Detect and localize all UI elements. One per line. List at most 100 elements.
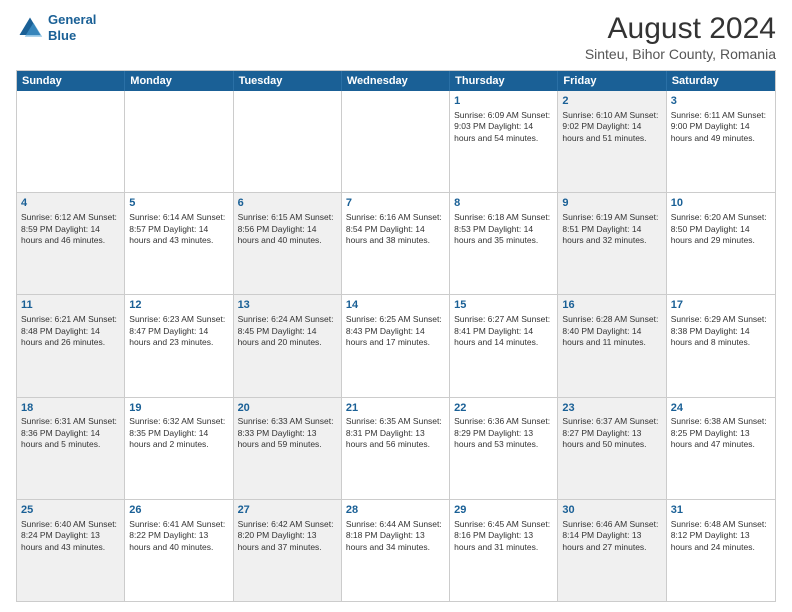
- calendar: Sunday Monday Tuesday Wednesday Thursday…: [16, 70, 776, 602]
- day-info: Sunrise: 6:14 AM Sunset: 8:57 PM Dayligh…: [129, 212, 228, 246]
- calendar-cell-r5-c1: 25Sunrise: 6:40 AM Sunset: 8:24 PM Dayli…: [17, 500, 125, 601]
- day-number: 18: [21, 401, 120, 416]
- header-monday: Monday: [125, 71, 233, 91]
- day-number: 3: [671, 94, 771, 109]
- page-header: General Blue August 2024 Sinteu, Bihor C…: [16, 12, 776, 62]
- day-info: Sunrise: 6:38 AM Sunset: 8:25 PM Dayligh…: [671, 416, 771, 450]
- day-info: Sunrise: 6:16 AM Sunset: 8:54 PM Dayligh…: [346, 212, 445, 246]
- day-info: Sunrise: 6:10 AM Sunset: 9:02 PM Dayligh…: [562, 110, 661, 144]
- day-info: Sunrise: 6:20 AM Sunset: 8:50 PM Dayligh…: [671, 212, 771, 246]
- day-number: 2: [562, 94, 661, 109]
- day-number: 30: [562, 503, 661, 518]
- day-number: 27: [238, 503, 337, 518]
- day-number: 23: [562, 401, 661, 416]
- calendar-cell-r5-c7: 31Sunrise: 6:48 AM Sunset: 8:12 PM Dayli…: [667, 500, 775, 601]
- day-info: Sunrise: 6:35 AM Sunset: 8:31 PM Dayligh…: [346, 416, 445, 450]
- logo-line2: Blue: [48, 28, 76, 43]
- logo-icon: [16, 14, 44, 42]
- day-info: Sunrise: 6:28 AM Sunset: 8:40 PM Dayligh…: [562, 314, 661, 348]
- day-number: 19: [129, 401, 228, 416]
- day-info: Sunrise: 6:24 AM Sunset: 8:45 PM Dayligh…: [238, 314, 337, 348]
- main-title: August 2024: [585, 12, 776, 46]
- calendar-cell-r1-c5: 1Sunrise: 6:09 AM Sunset: 9:03 PM Daylig…: [450, 91, 558, 192]
- day-info: Sunrise: 6:33 AM Sunset: 8:33 PM Dayligh…: [238, 416, 337, 450]
- day-number: 24: [671, 401, 771, 416]
- calendar-row-1: 1Sunrise: 6:09 AM Sunset: 9:03 PM Daylig…: [17, 91, 775, 192]
- calendar-cell-r1-c3: [234, 91, 342, 192]
- day-info: Sunrise: 6:46 AM Sunset: 8:14 PM Dayligh…: [562, 519, 661, 553]
- calendar-cell-r1-c7: 3Sunrise: 6:11 AM Sunset: 9:00 PM Daylig…: [667, 91, 775, 192]
- day-info: Sunrise: 6:42 AM Sunset: 8:20 PM Dayligh…: [238, 519, 337, 553]
- logo-text: General Blue: [48, 12, 96, 43]
- day-info: Sunrise: 6:12 AM Sunset: 8:59 PM Dayligh…: [21, 212, 120, 246]
- calendar-cell-r2-c4: 7Sunrise: 6:16 AM Sunset: 8:54 PM Daylig…: [342, 193, 450, 294]
- page-container: General Blue August 2024 Sinteu, Bihor C…: [0, 0, 792, 612]
- day-number: 25: [21, 503, 120, 518]
- subtitle: Sinteu, Bihor County, Romania: [585, 46, 776, 62]
- day-number: 28: [346, 503, 445, 518]
- day-number: 6: [238, 196, 337, 211]
- calendar-cell-r4-c3: 20Sunrise: 6:33 AM Sunset: 8:33 PM Dayli…: [234, 398, 342, 499]
- day-info: Sunrise: 6:19 AM Sunset: 8:51 PM Dayligh…: [562, 212, 661, 246]
- day-info: Sunrise: 6:31 AM Sunset: 8:36 PM Dayligh…: [21, 416, 120, 450]
- header-thursday: Thursday: [450, 71, 558, 91]
- calendar-cell-r3-c6: 16Sunrise: 6:28 AM Sunset: 8:40 PM Dayli…: [558, 295, 666, 396]
- header-tuesday: Tuesday: [234, 71, 342, 91]
- day-number: 15: [454, 298, 553, 313]
- calendar-cell-r5-c2: 26Sunrise: 6:41 AM Sunset: 8:22 PM Dayli…: [125, 500, 233, 601]
- calendar-cell-r5-c5: 29Sunrise: 6:45 AM Sunset: 8:16 PM Dayli…: [450, 500, 558, 601]
- day-info: Sunrise: 6:44 AM Sunset: 8:18 PM Dayligh…: [346, 519, 445, 553]
- logo: General Blue: [16, 12, 96, 43]
- calendar-cell-r1-c4: [342, 91, 450, 192]
- logo-line1: General: [48, 12, 96, 27]
- calendar-cell-r3-c5: 15Sunrise: 6:27 AM Sunset: 8:41 PM Dayli…: [450, 295, 558, 396]
- day-number: 14: [346, 298, 445, 313]
- calendar-cell-r2-c5: 8Sunrise: 6:18 AM Sunset: 8:53 PM Daylig…: [450, 193, 558, 294]
- day-info: Sunrise: 6:40 AM Sunset: 8:24 PM Dayligh…: [21, 519, 120, 553]
- calendar-cell-r3-c3: 13Sunrise: 6:24 AM Sunset: 8:45 PM Dayli…: [234, 295, 342, 396]
- day-number: 22: [454, 401, 553, 416]
- day-info: Sunrise: 6:18 AM Sunset: 8:53 PM Dayligh…: [454, 212, 553, 246]
- calendar-cell-r3-c7: 17Sunrise: 6:29 AM Sunset: 8:38 PM Dayli…: [667, 295, 775, 396]
- calendar-cell-r4-c2: 19Sunrise: 6:32 AM Sunset: 8:35 PM Dayli…: [125, 398, 233, 499]
- calendar-row-3: 11Sunrise: 6:21 AM Sunset: 8:48 PM Dayli…: [17, 294, 775, 396]
- day-info: Sunrise: 6:11 AM Sunset: 9:00 PM Dayligh…: [671, 110, 771, 144]
- calendar-cell-r3-c1: 11Sunrise: 6:21 AM Sunset: 8:48 PM Dayli…: [17, 295, 125, 396]
- title-block: August 2024 Sinteu, Bihor County, Romani…: [585, 12, 776, 62]
- calendar-cell-r1-c1: [17, 91, 125, 192]
- day-number: 1: [454, 94, 553, 109]
- day-number: 21: [346, 401, 445, 416]
- day-info: Sunrise: 6:32 AM Sunset: 8:35 PM Dayligh…: [129, 416, 228, 450]
- header-friday: Friday: [558, 71, 666, 91]
- day-number: 29: [454, 503, 553, 518]
- day-info: Sunrise: 6:37 AM Sunset: 8:27 PM Dayligh…: [562, 416, 661, 450]
- calendar-cell-r5-c6: 30Sunrise: 6:46 AM Sunset: 8:14 PM Dayli…: [558, 500, 666, 601]
- calendar-cell-r5-c3: 27Sunrise: 6:42 AM Sunset: 8:20 PM Dayli…: [234, 500, 342, 601]
- calendar-row-2: 4Sunrise: 6:12 AM Sunset: 8:59 PM Daylig…: [17, 192, 775, 294]
- day-info: Sunrise: 6:29 AM Sunset: 8:38 PM Dayligh…: [671, 314, 771, 348]
- header-sunday: Sunday: [17, 71, 125, 91]
- calendar-cell-r2-c3: 6Sunrise: 6:15 AM Sunset: 8:56 PM Daylig…: [234, 193, 342, 294]
- calendar-cell-r4-c7: 24Sunrise: 6:38 AM Sunset: 8:25 PM Dayli…: [667, 398, 775, 499]
- day-info: Sunrise: 6:15 AM Sunset: 8:56 PM Dayligh…: [238, 212, 337, 246]
- calendar-cell-r2-c6: 9Sunrise: 6:19 AM Sunset: 8:51 PM Daylig…: [558, 193, 666, 294]
- day-number: 12: [129, 298, 228, 313]
- day-number: 5: [129, 196, 228, 211]
- day-info: Sunrise: 6:48 AM Sunset: 8:12 PM Dayligh…: [671, 519, 771, 553]
- day-number: 8: [454, 196, 553, 211]
- calendar-cell-r3-c2: 12Sunrise: 6:23 AM Sunset: 8:47 PM Dayli…: [125, 295, 233, 396]
- day-number: 20: [238, 401, 337, 416]
- day-number: 31: [671, 503, 771, 518]
- header-saturday: Saturday: [667, 71, 775, 91]
- calendar-cell-r4-c6: 23Sunrise: 6:37 AM Sunset: 8:27 PM Dayli…: [558, 398, 666, 499]
- day-info: Sunrise: 6:45 AM Sunset: 8:16 PM Dayligh…: [454, 519, 553, 553]
- calendar-cell-r4-c4: 21Sunrise: 6:35 AM Sunset: 8:31 PM Dayli…: [342, 398, 450, 499]
- day-info: Sunrise: 6:23 AM Sunset: 8:47 PM Dayligh…: [129, 314, 228, 348]
- calendar-cell-r1-c2: [125, 91, 233, 192]
- calendar-cell-r2-c2: 5Sunrise: 6:14 AM Sunset: 8:57 PM Daylig…: [125, 193, 233, 294]
- day-number: 9: [562, 196, 661, 211]
- header-wednesday: Wednesday: [342, 71, 450, 91]
- day-number: 11: [21, 298, 120, 313]
- calendar-cell-r2-c1: 4Sunrise: 6:12 AM Sunset: 8:59 PM Daylig…: [17, 193, 125, 294]
- day-info: Sunrise: 6:21 AM Sunset: 8:48 PM Dayligh…: [21, 314, 120, 348]
